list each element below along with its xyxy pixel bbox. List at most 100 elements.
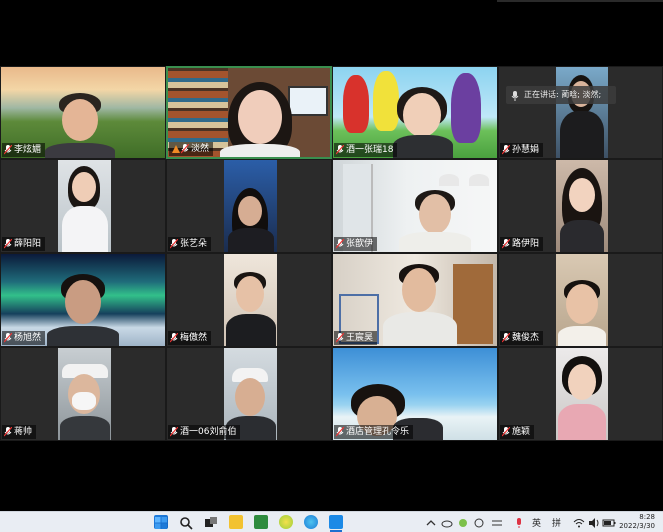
person-body: [60, 416, 110, 440]
clock-time: 8:28: [639, 513, 655, 521]
search-icon[interactable]: [179, 515, 193, 530]
participant-tile[interactable]: 梅傲然: [166, 253, 332, 347]
participant-tile[interactable]: 魏俊杰: [498, 253, 663, 347]
nameplate: 孙慧娟: [500, 143, 544, 157]
person-face: [403, 93, 441, 137]
person-body: [558, 404, 606, 440]
file-explorer-icon[interactable]: [229, 515, 243, 529]
tray-app-icon[interactable]: [456, 515, 470, 529]
app-icon[interactable]: [279, 515, 293, 529]
person-body: [560, 220, 604, 252]
person-face: [402, 268, 436, 312]
nameplate: 酒一张瑞18: [334, 143, 398, 157]
participant-tile[interactable]: 李炫媚: [0, 66, 166, 159]
ceiling-lamp: [439, 174, 459, 186]
mic-muted-icon: [336, 239, 344, 249]
person-face: [72, 172, 96, 202]
person-body: [399, 232, 471, 252]
participant-tile[interactable]: 杨旭然: [0, 253, 166, 347]
nameplate: 王宸昊: [334, 331, 378, 345]
video-feed-portrait: [556, 67, 608, 158]
participant-tile[interactable]: 薛阳阳: [0, 159, 166, 253]
person-body: [220, 144, 300, 157]
mic-muted-icon: [336, 145, 344, 155]
windows-start-icon[interactable]: [154, 515, 168, 529]
mic-muted-icon: [170, 333, 178, 343]
nameplate: 杨旭然: [2, 331, 46, 345]
microphone-tray-icon[interactable]: [512, 515, 526, 529]
mic-muted-icon: [336, 333, 344, 343]
chevron-up-icon[interactable]: [424, 515, 438, 529]
mic-muted-icon: [4, 239, 12, 249]
mic-muted-icon: [502, 239, 510, 249]
person-body: [45, 143, 115, 158]
participant-tile[interactable]: 酒一06刘俞伯: [166, 347, 332, 441]
mic-muted-icon: [502, 333, 510, 343]
system-clock[interactable]: 8:28 2022/3/30: [619, 513, 655, 531]
mic-active-icon: [171, 144, 180, 154]
mic-muted-icon: [502, 145, 510, 155]
face-mask: [72, 392, 96, 410]
nameplate: 张歆伊: [334, 237, 378, 251]
volume-icon[interactable]: [587, 515, 601, 529]
mic-muted-icon: [4, 333, 12, 343]
mic-muted-icon: [170, 427, 178, 437]
nameplate: 梅傲然: [168, 331, 212, 345]
mic-muted-icon: [170, 239, 178, 249]
participant-tile[interactable]: 孙慧娟: [498, 66, 663, 159]
microphone-icon: [511, 90, 519, 104]
person-face: [568, 364, 596, 400]
person-face: [236, 276, 264, 312]
store-app-icon[interactable]: [254, 515, 268, 529]
teletubby-yellow: [373, 71, 399, 131]
speaking-indicator: 正在讲话: 蔺晗; 淡然;: [506, 86, 616, 104]
sync-icon[interactable]: [490, 515, 504, 529]
video-feed-portrait: [58, 160, 111, 252]
participant-tile[interactable]: 王宸昊: [332, 253, 498, 347]
video-feed-portrait: [224, 160, 277, 252]
person-face: [419, 194, 451, 234]
participant-tile-speaking[interactable]: 淡然: [166, 66, 332, 159]
edge-browser-icon[interactable]: [304, 515, 318, 529]
person-body: [383, 312, 457, 346]
participant-tile[interactable]: 酒一张瑞18: [332, 66, 498, 159]
person-body: [62, 206, 108, 252]
person-face: [65, 280, 101, 324]
person-body: [560, 111, 604, 158]
wifi-icon[interactable]: [572, 515, 586, 529]
nameplate: 施颖: [500, 425, 535, 439]
nameplate: 薛阳阳: [2, 237, 46, 251]
person-face: [566, 284, 598, 324]
video-feed-portrait: [556, 254, 608, 346]
mic-muted-icon: [4, 145, 12, 155]
person-body: [228, 228, 274, 252]
participant-tile[interactable]: 张艺朵: [166, 159, 332, 253]
ime-language-indicator[interactable]: 英: [532, 516, 541, 529]
participant-tile[interactable]: 酒店管理孔令乐: [332, 347, 498, 441]
person-face: [62, 99, 98, 141]
participant-tile[interactable]: 蒋帅: [0, 347, 166, 441]
person-face: [238, 196, 262, 226]
teletubby-purple: [451, 73, 481, 143]
person-body: [558, 326, 606, 346]
clock-date: 2022/3/30: [619, 522, 655, 530]
person-face: [569, 178, 595, 212]
cloud-icon[interactable]: [440, 515, 454, 529]
participant-tile[interactable]: 施颖: [498, 347, 663, 441]
person-body: [47, 326, 119, 346]
meeting-app-icon[interactable]: [329, 515, 343, 529]
person-face: [235, 378, 265, 416]
participant-tile[interactable]: 张歆伊: [332, 159, 498, 253]
nameplate: 淡然: [169, 142, 214, 156]
video-grid: 李炫媚 淡然 酒一张瑞18 孙慧娟 薛阳阳 张艺朵 张歆伊 路伊阳 杨旭然 梅傲…: [0, 66, 663, 441]
nameplate: 张艺朵: [168, 237, 212, 251]
mic-muted-icon: [336, 427, 344, 437]
battery-icon[interactable]: [602, 515, 616, 529]
participant-tile[interactable]: 路伊阳: [498, 159, 663, 253]
person-body: [393, 135, 453, 158]
task-view-icon[interactable]: [204, 515, 218, 529]
tray-app-icon[interactable]: [472, 515, 486, 529]
nameplate: 酒店管理孔令乐: [334, 425, 414, 439]
person-body: [226, 314, 276, 346]
ime-mode-indicator[interactable]: 拼: [552, 516, 561, 529]
